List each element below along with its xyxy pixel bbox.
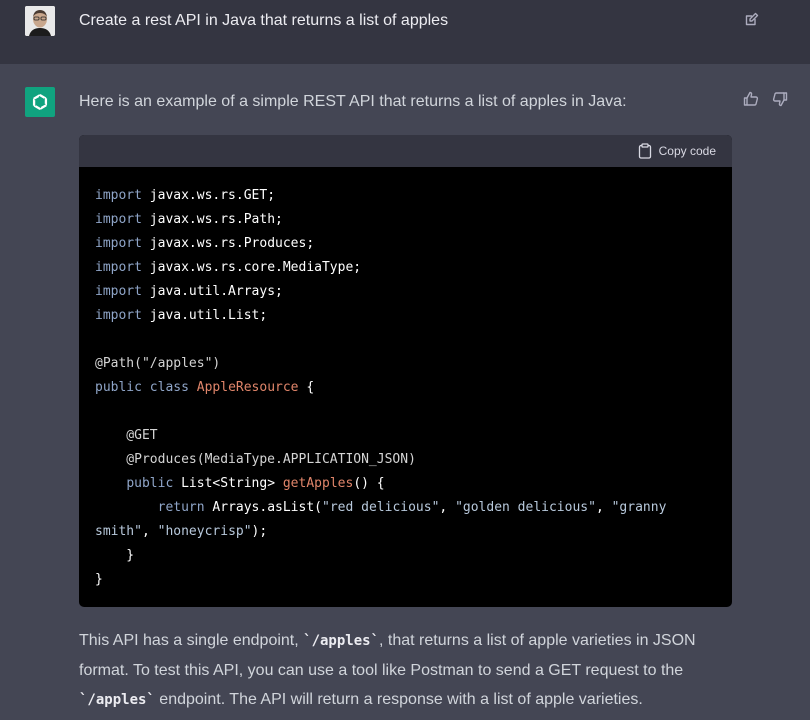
assistant-explanation: This API has a single endpoint, `/apples…	[79, 626, 719, 715]
code-line: }	[95, 568, 716, 592]
assistant-avatar	[25, 87, 55, 117]
code-token: import	[95, 236, 142, 251]
copy-code-label: Copy code	[658, 144, 716, 158]
code-line: return Arrays.asList("red delicious", "g…	[95, 496, 716, 520]
code-token: List<String>	[173, 476, 283, 491]
edit-icon[interactable]	[744, 11, 760, 27]
code-line: import javax.ws.rs.Path;	[95, 208, 716, 232]
code-token: @Produces(MediaType.APPLICATION_JSON)	[95, 452, 416, 467]
code-token: import	[95, 188, 142, 203]
code-token: import	[95, 260, 142, 275]
code-token: getApples	[282, 476, 354, 491]
code-token: import	[95, 212, 142, 227]
code-token: java.util.Arrays;	[141, 284, 283, 299]
code-token: public	[126, 476, 174, 491]
code-line: import javax.ws.rs.GET;	[95, 184, 716, 208]
code-line: public class AppleResource {	[95, 376, 716, 400]
code-token: javax.ws.rs.Produces;	[141, 236, 315, 251]
code-token: javax.ws.rs.GET;	[141, 188, 276, 203]
inline-code: `/apples`	[303, 633, 379, 649]
code-token: smith"	[95, 524, 142, 539]
code-token: }	[95, 548, 135, 563]
code-token: javax.ws.rs.core.MediaType;	[141, 260, 362, 275]
code-token: @GET	[95, 428, 158, 443]
code-token: "red delicious"	[322, 500, 440, 515]
copy-code-button[interactable]: Copy code	[638, 143, 716, 159]
code-token: return	[157, 500, 205, 515]
code-token: "golden delicious"	[455, 500, 596, 515]
code-line: smith", "honeycrisp");	[95, 520, 716, 544]
explanation-text: This API has a single endpoint,	[79, 632, 304, 649]
code-token: ,	[141, 524, 158, 539]
assistant-intro-text: Here is an example of a simple REST API …	[79, 93, 627, 110]
user-message-text: Create a rest API in Java that returns a…	[79, 12, 449, 29]
code-token: import	[95, 308, 142, 323]
code-line: import javax.ws.rs.Produces;	[95, 232, 716, 256]
thumbs-down-icon[interactable]	[772, 91, 788, 107]
code-block: Copy code import javax.ws.rs.GET; import …	[79, 135, 732, 607]
code-block-header: Copy code	[79, 135, 732, 167]
openai-logo-icon	[32, 94, 48, 110]
user-message-row: Create a rest API in Java that returns a…	[0, 0, 810, 64]
code-token: "granny	[611, 500, 667, 515]
code-token: ,	[595, 500, 612, 515]
code-line: import java.util.Arrays;	[95, 280, 716, 304]
code-line: @Path("/apples")	[95, 352, 716, 376]
code-token: class	[149, 380, 189, 395]
inline-code: `/apples`	[79, 692, 155, 708]
code-token: }	[95, 572, 103, 587]
code-token: () {	[353, 476, 385, 491]
code-token: "honeycrisp"	[157, 524, 252, 539]
code-token: javax.ws.rs.Path;	[141, 212, 283, 227]
code-token: );	[251, 524, 268, 539]
code-line: @Produces(MediaType.APPLICATION_JSON)	[95, 448, 716, 472]
code-line: import java.util.List;	[95, 304, 716, 328]
code-line: public List<String> getApples() {	[95, 472, 716, 496]
code-line: }	[95, 544, 716, 568]
clipboard-icon	[638, 143, 651, 159]
code-token: import	[95, 284, 142, 299]
user-avatar	[25, 6, 55, 36]
code-token: ,	[439, 500, 456, 515]
code-token: AppleResource	[196, 380, 299, 395]
code-token: java.util.List;	[141, 308, 268, 323]
explanation-text: endpoint. The API will return a response…	[154, 691, 643, 708]
code-line: @GET	[95, 424, 716, 448]
code-token: {	[298, 380, 315, 395]
code-line: import javax.ws.rs.core.MediaType;	[95, 256, 716, 280]
code-token: @Path("/apples")	[95, 356, 221, 371]
code-content[interactable]: import javax.ws.rs.GET; import javax.ws.r…	[79, 167, 732, 592]
code-token: public	[95, 380, 142, 395]
thumbs-up-icon[interactable]	[743, 91, 759, 107]
code-token: Arrays.asList(	[204, 500, 322, 515]
